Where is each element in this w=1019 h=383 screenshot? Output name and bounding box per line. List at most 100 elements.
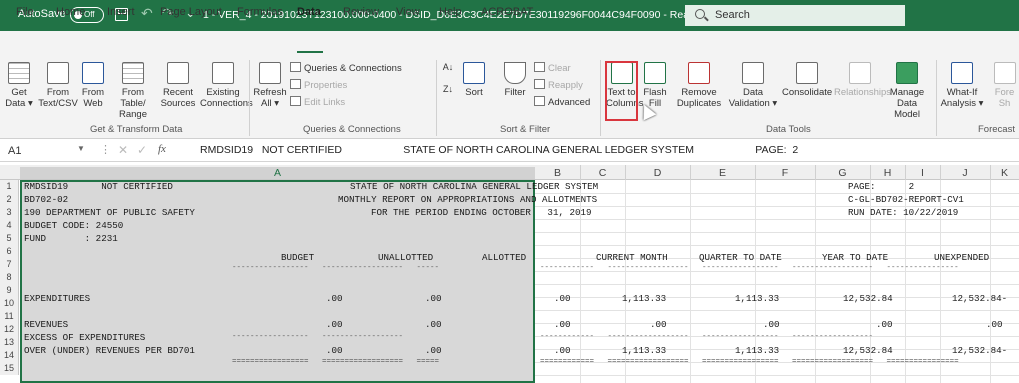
- column-header-a[interactable]: A: [20, 167, 535, 179]
- column-header-c[interactable]: C: [580, 167, 625, 179]
- properties-button[interactable]: Properties: [290, 79, 347, 91]
- from-web-button[interactable]: From Web: [78, 62, 108, 109]
- data-validation-button[interactable]: Data Validation ▾: [726, 62, 780, 109]
- forecast-sheet-button[interactable]: Fore Sh: [990, 62, 1019, 109]
- cell-fund[interactable]: FUND : 2231: [24, 232, 118, 245]
- cell-rev-unexpended[interactable]: .00: [986, 318, 1003, 331]
- edit-links-label: Edit Links: [304, 97, 346, 108]
- cell-revenues[interactable]: REVENUES: [24, 318, 68, 331]
- sort-button[interactable]: Sort: [460, 62, 488, 98]
- tab-insert[interactable]: Insert: [107, 6, 135, 18]
- existing-connections-button[interactable]: Existing Connections: [200, 62, 253, 109]
- sort-az-button[interactable]: A↓ Z↓: [440, 62, 456, 95]
- flash-fill-button[interactable]: Flash Fill: [642, 62, 668, 109]
- column-header-k[interactable]: K: [990, 167, 1019, 179]
- column-header-i[interactable]: I: [905, 167, 940, 179]
- cell-rev-allotted[interactable]: .00: [554, 318, 571, 331]
- dash-row: ----------------- ------------------: [232, 333, 404, 341]
- formula-content[interactable]: RMDSID19 NOT CERTIFIED STATE OF NORTH CA…: [200, 144, 798, 156]
- reapply-button[interactable]: Reapply: [534, 79, 583, 91]
- cell-expenditures[interactable]: EXPENDITURES: [24, 292, 90, 305]
- cell-over-under-revenues[interactable]: OVER (UNDER) REVENUES PER BD701: [24, 344, 195, 357]
- column-divider: [815, 165, 816, 180]
- tab-home[interactable]: Home: [56, 6, 85, 18]
- refresh-all-button[interactable]: Refresh All ▾: [252, 62, 288, 109]
- cell-exp-allotted[interactable]: .00: [554, 292, 571, 305]
- cell-net-unexpended[interactable]: 12,532.84-: [952, 344, 1007, 357]
- column-header-e[interactable]: E: [690, 167, 755, 179]
- column-divider: [625, 165, 626, 180]
- row-header[interactable]: 6: [0, 245, 19, 258]
- cell-rev-year[interactable]: .00: [876, 318, 893, 331]
- clear-button[interactable]: Clear: [534, 62, 571, 74]
- group-separator: [249, 60, 250, 136]
- what-if-analysis-button[interactable]: What-If Analysis ▾: [940, 62, 984, 109]
- row-header[interactable]: 7: [0, 258, 19, 271]
- cell-excess-of-expenditures[interactable]: EXCESS OF EXPENDITURES: [24, 331, 145, 344]
- undo-icon[interactable]: ↶: [141, 5, 153, 22]
- column-header-b[interactable]: B: [535, 167, 580, 179]
- tab-help[interactable]: Help: [439, 6, 462, 18]
- row-header[interactable]: 11: [0, 310, 19, 323]
- row-header[interactable]: 10: [0, 297, 19, 310]
- name-box-dropdown-icon[interactable]: ▼: [77, 144, 85, 153]
- remove-duplicates-button[interactable]: Remove Duplicates: [672, 62, 726, 109]
- tab-acrobat[interactable]: ACROBAT: [481, 6, 533, 18]
- row-header[interactable]: 15: [0, 362, 19, 375]
- what-if-label: What-If Analysis: [940, 87, 978, 109]
- relationships-button[interactable]: Relationships: [834, 62, 891, 98]
- tab-data[interactable]: Data: [297, 6, 321, 18]
- filter-button[interactable]: Filter: [500, 62, 530, 98]
- dash-row: ----------------- ------------------ ---…: [232, 264, 440, 272]
- from-table-button[interactable]: From Table/ Range: [110, 62, 156, 120]
- queries-connections-button[interactable]: Queries & Connections: [290, 62, 402, 74]
- advanced-filter-button[interactable]: Advanced: [534, 96, 590, 108]
- enter-icon[interactable]: ✓: [137, 143, 147, 157]
- edit-links-button[interactable]: Edit Links: [290, 96, 345, 108]
- get-data-button[interactable]: Get Data ▾: [2, 62, 36, 109]
- row-header[interactable]: 1: [0, 180, 19, 193]
- cell-exp-current[interactable]: 1,113.33: [622, 292, 666, 305]
- cell-exp-unexpended[interactable]: 12,532.84-: [952, 292, 1007, 305]
- row-header[interactable]: 2: [0, 193, 19, 206]
- row-header[interactable]: 9: [0, 284, 19, 297]
- cell-department[interactable]: 190 DEPARTMENT OF PUBLIC SAFETY: [24, 206, 195, 219]
- row-header[interactable]: 8: [0, 271, 19, 284]
- cell-rev-budget: .00: [326, 319, 343, 330]
- column-header-d[interactable]: D: [625, 167, 690, 179]
- cell-report-id[interactable]: RMDSID19 NOT CERTIFIED: [24, 180, 173, 193]
- column-header-f[interactable]: F: [755, 167, 815, 179]
- tab-review[interactable]: Review: [343, 6, 379, 18]
- row-header[interactable]: 5: [0, 232, 19, 245]
- column-header-j[interactable]: J: [940, 167, 990, 179]
- search-box[interactable]: Search: [685, 5, 905, 26]
- tab-formulas[interactable]: Formulas: [237, 6, 283, 18]
- insert-function-button[interactable]: fx: [158, 143, 166, 155]
- tab-page-layout[interactable]: Page Layout: [160, 6, 222, 18]
- cell-exp-quarter[interactable]: 1,113.33: [735, 292, 779, 305]
- tab-file[interactable]: File: [16, 6, 34, 18]
- cancel-icon[interactable]: ✕: [118, 143, 128, 157]
- cell-report-code[interactable]: BD702-02: [24, 193, 68, 206]
- from-table-label: From Table/ Range: [119, 87, 147, 120]
- cell-budget-code[interactable]: BUDGET CODE: 24550: [24, 219, 123, 232]
- row-header[interactable]: 14: [0, 349, 19, 362]
- remove-duplicates-icon: [688, 62, 710, 84]
- cell-rev-quarter[interactable]: .00: [763, 318, 780, 331]
- grid-hline: [535, 310, 1019, 311]
- manage-data-model-button[interactable]: Manage Data Model: [884, 62, 930, 120]
- cell-exp-year[interactable]: 12,532.84: [843, 292, 893, 305]
- row-header[interactable]: 13: [0, 336, 19, 349]
- row-header[interactable]: 3: [0, 206, 19, 219]
- cell-rev-current[interactable]: .00: [650, 318, 667, 331]
- row-header[interactable]: 4: [0, 219, 19, 232]
- double-line-row: ================= ================== ===…: [232, 358, 440, 366]
- consolidate-button[interactable]: Consolidate: [782, 62, 832, 98]
- recent-sources-button[interactable]: Recent Sources: [158, 62, 198, 109]
- from-text-csv-button[interactable]: From Text/CSV: [38, 62, 78, 109]
- tab-view[interactable]: View: [396, 6, 420, 18]
- row-header[interactable]: 12: [0, 323, 19, 336]
- column-header-g[interactable]: G: [815, 167, 870, 179]
- column-header-h[interactable]: H: [870, 167, 905, 179]
- cell-period: FOR THE PERIOD ENDING OCTOBER 31, 2019: [371, 207, 592, 218]
